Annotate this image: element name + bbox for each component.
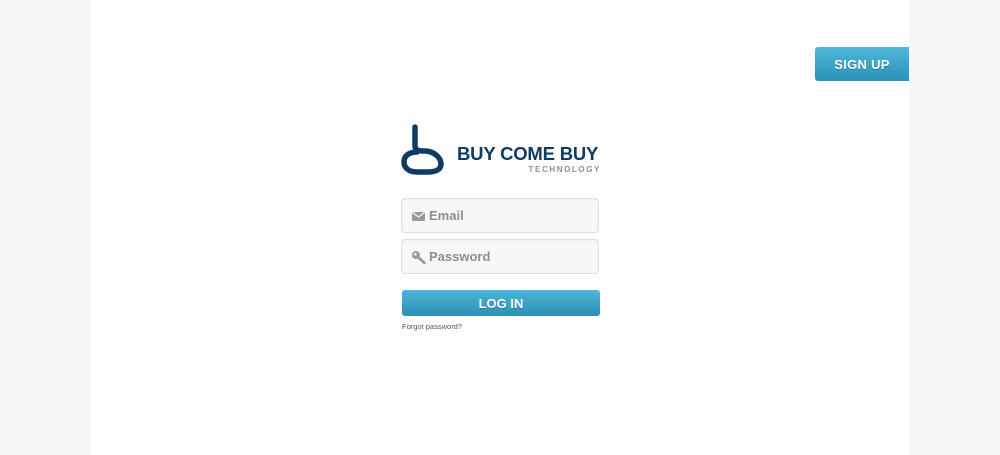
login-button[interactable]: LOG IN xyxy=(402,290,600,316)
envelope-icon xyxy=(412,212,425,221)
email-field[interactable] xyxy=(401,198,599,233)
email-input[interactable] xyxy=(429,199,594,232)
brand-tagline: TECHNOLOGY xyxy=(528,165,601,174)
logo: BUY COME BUY TECHNOLOGY xyxy=(401,124,601,176)
brand-name: BUY COME BUY xyxy=(457,143,599,164)
forgot-password-link[interactable]: Forgot password? xyxy=(402,322,462,331)
key-icon xyxy=(412,251,426,264)
password-input[interactable] xyxy=(429,240,594,273)
password-field[interactable] xyxy=(401,239,599,274)
signup-button[interactable]: SIGN UP xyxy=(815,47,909,81)
bcb-logo-mark-icon xyxy=(401,124,444,175)
